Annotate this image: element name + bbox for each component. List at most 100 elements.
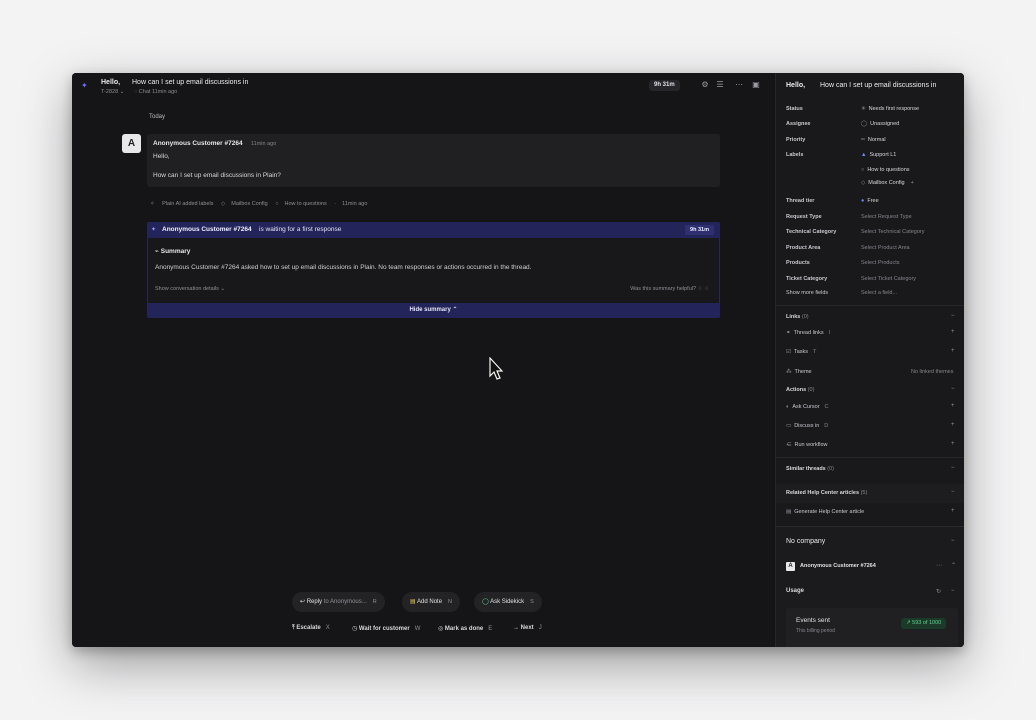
run-workflow-row[interactable]: ⋲ Run workflow: [786, 442, 828, 448]
expand-icon[interactable]: −: [951, 465, 955, 471]
thread-title[interactable]: How can I set up email discussions in: [132, 79, 248, 86]
refresh-icon[interactable]: ↻: [936, 588, 941, 595]
thread-id[interactable]: T-2828 ⌄: [101, 89, 124, 95]
collapse-icon[interactable]: −: [951, 538, 955, 544]
summary-title: ⌁ Summary: [155, 247, 190, 255]
escalate-button[interactable]: ⤒ Escalate X: [292, 625, 330, 632]
generate-article-row[interactable]: ▤ Generate Help Center article: [786, 509, 864, 515]
customer-name[interactable]: Anonymous Customer #7264: [800, 563, 876, 569]
actions-section-header[interactable]: Actions (0): [786, 387, 814, 393]
collapse-icon[interactable]: −: [951, 313, 955, 319]
links-section-header[interactable]: Links (0): [786, 314, 809, 320]
collapse-icon[interactable]: −: [951, 588, 955, 594]
ask-cursor-row[interactable]: ◐ Ask Cursor C: [786, 404, 829, 410]
add-task-icon[interactable]: +: [951, 348, 955, 354]
wait-for-customer-button[interactable]: ◷ Wait for customer W: [352, 625, 420, 632]
check-circle-icon: ◎: [438, 626, 445, 632]
thread-tier-value[interactable]: ● Free: [861, 198, 879, 204]
waiting-customer: Anonymous Customer #7264: [162, 226, 252, 233]
company-title: No company: [786, 538, 826, 545]
select-field-input[interactable]: Select a field...: [861, 290, 897, 296]
add-icon[interactable]: +: [951, 508, 955, 514]
message-line: How can I set up email discussions in Pl…: [153, 172, 281, 179]
collapse-icon[interactable]: −: [951, 386, 955, 392]
theme-value: No linked themes: [911, 369, 954, 375]
thumbs-up-icon[interactable]: ♢: [698, 286, 703, 292]
status-label: Status: [786, 106, 803, 112]
ask-cursor-label: Ask Cursor: [792, 404, 820, 410]
product-area-select[interactable]: Select Product Area: [861, 245, 910, 251]
next-label: Next: [520, 625, 534, 631]
usage-title: Usage: [786, 588, 805, 594]
thumbs-down-icon[interactable]: ♢: [704, 286, 709, 292]
theme-row[interactable]: ⁂ Theme: [786, 369, 812, 375]
label-chip: How to questions: [284, 201, 327, 207]
document-icon: ▤: [786, 509, 792, 515]
discuss-in-row[interactable]: ▭ Discuss in D: [786, 423, 828, 429]
expand-icon[interactable]: −: [951, 489, 955, 495]
show-details-link[interactable]: Show conversation details ⌄: [155, 286, 225, 292]
tier-text: Free: [867, 198, 879, 204]
show-more-fields-button[interactable]: Show more fields: [786, 290, 828, 296]
mouse-cursor-icon: [489, 357, 503, 380]
add-icon[interactable]: +: [951, 422, 955, 428]
similar-title: Similar threads: [786, 466, 826, 472]
shortcut-key: W: [414, 626, 421, 632]
more-icon[interactable]: ⋯: [734, 80, 744, 90]
actions-title: Actions: [786, 387, 807, 393]
list-icon[interactable]: ☰: [715, 80, 725, 90]
more-icon[interactable]: ⋯: [936, 562, 942, 569]
label-mailbox-config[interactable]: ◇ Mailbox Config +: [861, 180, 914, 186]
help-title: Related Help Center articles (5): [786, 490, 867, 496]
mark-as-done-button[interactable]: ◎ Mark as done E: [438, 625, 492, 632]
label-chip: Mailbox Config: [231, 201, 268, 207]
done-label: Mark as done: [444, 626, 484, 632]
summary-feedback: Was this summary helpful? ♢ ♢: [630, 286, 709, 292]
shortcut-key: R: [372, 599, 377, 605]
tag-icon: ○: [861, 167, 865, 173]
label-support-l1[interactable]: ▲ Support L1: [861, 152, 896, 158]
hide-summary-button[interactable]: Hide summary ⌃: [147, 303, 720, 318]
arrow-right-icon: →: [513, 625, 521, 631]
help-title-text: Related Help Center articles: [786, 490, 860, 496]
reply-target: to Anonymous...: [323, 599, 367, 605]
assignee-value[interactable]: ◯ Unassigned: [861, 121, 899, 127]
gear-icon[interactable]: ⚙: [700, 80, 710, 90]
label-how-to[interactable]: ○ How to questions: [861, 167, 910, 173]
status-value[interactable]: ✳ Needs first response: [861, 106, 919, 112]
plain-logo-icon[interactable]: ✦: [81, 81, 90, 90]
add-label-icon[interactable]: +: [911, 180, 914, 186]
day-divider: Today: [149, 114, 166, 120]
sla-timer-badge: 9h 31m: [649, 80, 680, 91]
chevron-up-icon[interactable]: ⌃: [951, 562, 956, 569]
similar-threads-header[interactable]: Similar threads (0): [786, 466, 834, 472]
dot-separator: ·: [334, 201, 337, 207]
sidebar-toggle-icon[interactable]: ▣: [751, 80, 761, 90]
add-icon[interactable]: +: [951, 403, 955, 409]
request-type-select[interactable]: Select Request Type: [861, 214, 912, 220]
channel-text: Chat 11min ago: [138, 89, 178, 95]
thread-links-row[interactable]: ⚭ Thread links I: [786, 330, 830, 336]
link-icon: ⚭: [786, 330, 791, 336]
priority-value[interactable]: ═ Normal: [861, 137, 886, 143]
message-author[interactable]: Anonymous Customer #7264: [153, 140, 243, 147]
ticket-category-select[interactable]: Select Ticket Category: [861, 276, 916, 282]
shortcut-key: E: [488, 626, 493, 632]
add-thread-link-icon[interactable]: +: [951, 329, 955, 335]
reply-button[interactable]: ↩ Reply to Anonymous... R: [292, 592, 385, 612]
label-text: Mailbox Config: [868, 180, 905, 186]
waiting-timer: 9h 31m: [685, 225, 714, 235]
channel-info: ◌ Chat 11min ago: [134, 89, 177, 95]
technical-category-select[interactable]: Select Technical Category: [861, 229, 925, 235]
products-select[interactable]: Select Products: [861, 260, 900, 266]
sparkle-icon: ✦: [151, 227, 157, 233]
ask-sidekick-button[interactable]: ◯ Ask Sidekick S: [474, 592, 542, 612]
add-icon[interactable]: +: [951, 441, 955, 447]
triangle-icon: ▲: [861, 152, 867, 158]
help-count: (5): [860, 490, 868, 496]
help-articles-header[interactable]: Related Help Center articles (5) −: [776, 484, 964, 503]
tasks-row[interactable]: ☑ Tasks T: [786, 349, 816, 355]
next-button[interactable]: → Next J: [513, 625, 542, 631]
tier-icon: ●: [861, 198, 865, 204]
add-note-button[interactable]: ▤ Add Note N: [402, 592, 461, 612]
